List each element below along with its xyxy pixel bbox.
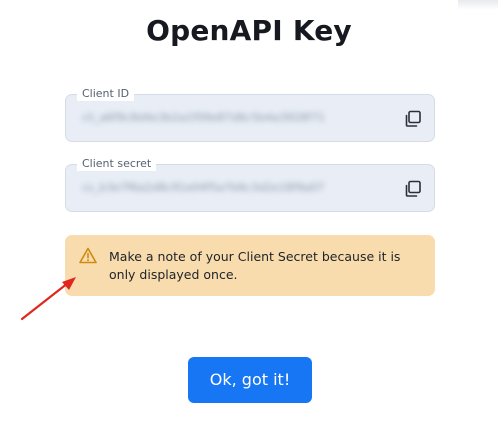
client-secret-value[interactable]: cs_b3e7f6a2d8c91e04f5a7b6c3d2e18f9a07 (82, 181, 382, 195)
client-secret-label: Client secret (77, 157, 157, 171)
client-id-label: Client ID (77, 87, 135, 101)
client-id-value[interactable]: cli_a6f9c8d4e3b2a1f09e87d6c5b4a3928f71 (82, 111, 382, 125)
ok-got-it-button[interactable]: Ok, got it! (188, 357, 312, 403)
warning-triangle-icon (79, 247, 97, 264)
secret-warning-notice: Make a note of your Client Secret becaus… (65, 235, 435, 296)
window-edge-shadow (458, 0, 498, 10)
client-secret-field[interactable]: Client secret cs_b3e7f6a2d8c91e04f5a7b6c… (65, 157, 435, 212)
client-id-field[interactable]: Client ID cli_a6f9c8d4e3b2a1f09e87d6c5b4… (65, 87, 435, 142)
notice-text: Make a note of your Client Secret becaus… (109, 249, 401, 282)
copy-icon[interactable] (403, 179, 423, 199)
dialog-title: OpenAPI Key (146, 14, 352, 47)
annotation-arrow (20, 277, 76, 321)
copy-icon[interactable] (403, 109, 423, 129)
